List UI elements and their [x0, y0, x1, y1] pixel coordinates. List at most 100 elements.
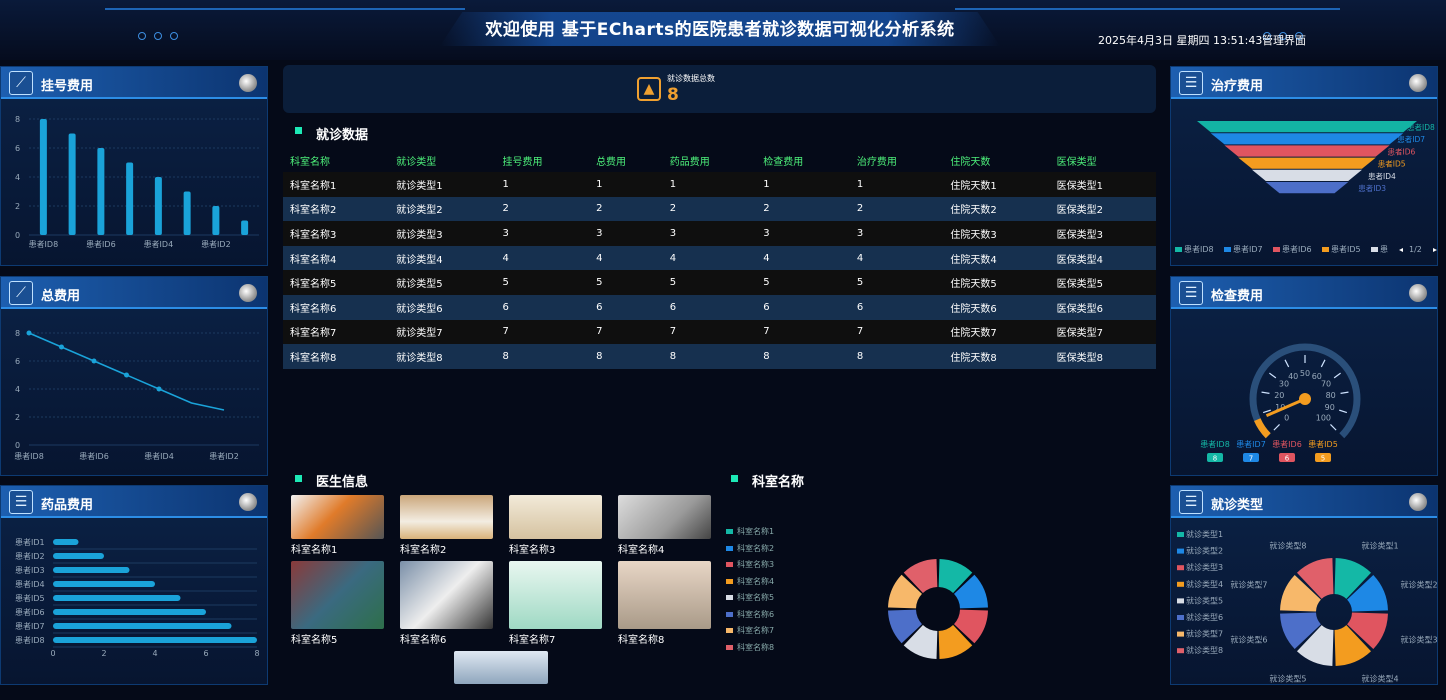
- doctor-card[interactable]: 科室名称6: [400, 561, 493, 646]
- table-row[interactable]: 科室名称5 就诊类型5 5 5 5 5 5 住院天数5 医保类型5: [283, 270, 1156, 295]
- table-cell: 5: [589, 270, 663, 295]
- admin-link[interactable]: 管理界面: [1262, 32, 1306, 48]
- doctor-card[interactable]: 科室名称2: [400, 495, 493, 556]
- panel-title: 总费用: [41, 289, 81, 304]
- visits-table: 科室名称 就诊类型 挂号费用 总费用 药品费用 检查费用 治疗费用 住院天数 医保类型 科室名称…: [283, 148, 1156, 369]
- legend-swatch: [1177, 548, 1184, 554]
- settings-knob-icon[interactable]: [239, 284, 257, 302]
- legend-swatch: [726, 611, 733, 617]
- table-cell: 科室名称6: [283, 294, 390, 320]
- datetime: 2025年4月3日 星期四 13:51:43: [1098, 34, 1263, 47]
- doctor-photo: [400, 495, 493, 539]
- pie-label: 就诊类型1: [1362, 540, 1399, 550]
- legend-item[interactable]: 科室名称5: [726, 592, 774, 603]
- table-cell: 1: [849, 172, 944, 197]
- table-cell: 医保类型4: [1049, 245, 1156, 271]
- settings-knob-icon[interactable]: [1409, 493, 1427, 511]
- bar: [53, 567, 130, 573]
- doctor-card[interactable]: 科室名称5: [291, 561, 384, 646]
- table-cell: 6: [756, 294, 850, 320]
- legend-label: 科室名称8: [737, 642, 775, 652]
- hospital-building-image[interactable]: [454, 651, 548, 684]
- table-row[interactable]: 科室名称4 就诊类型4 4 4 4 4 4 住院天数4 医保类型4: [283, 245, 1156, 271]
- section-bullet: [295, 475, 302, 482]
- summary-value: 8: [667, 85, 679, 105]
- legend-item[interactable]: 科室名称6: [726, 609, 774, 620]
- gauge-tick-label: 40: [1288, 372, 1298, 381]
- y-tick-label: 2: [15, 413, 20, 422]
- table-row[interactable]: 科室名称1 就诊类型1 1 1 1 1 1 住院天数1 医保类型1: [283, 172, 1156, 197]
- legend-item[interactable]: 科室名称8: [726, 642, 774, 653]
- panel-title: 药品费用: [41, 498, 94, 513]
- table-row[interactable]: 科室名称8 就诊类型8 8 8 8 8 8 住院天数8 医保类型8: [283, 344, 1156, 369]
- table-cell: 7: [495, 319, 590, 345]
- legend-item[interactable]: 科室名称4: [726, 576, 774, 587]
- bar: [53, 623, 232, 629]
- settings-knob-icon[interactable]: [1409, 74, 1427, 92]
- table-row[interactable]: 科室名称6 就诊类型6 6 6 6 6 6 住院天数6 医保类型6: [283, 294, 1156, 320]
- list-icon: ☰: [1179, 71, 1203, 95]
- gauge-value: 7: [1249, 455, 1253, 463]
- table-cell: 3: [495, 221, 590, 246]
- legend-swatch: [726, 644, 733, 650]
- gauge-value: 8: [1213, 455, 1217, 463]
- y-tick-label: 4: [15, 385, 20, 394]
- column-header: 住院天数: [950, 156, 991, 168]
- table-cell: 2: [589, 196, 663, 222]
- doctor-card[interactable]: 科室名称1: [291, 495, 384, 556]
- legend-item[interactable]: 科室名称3: [726, 559, 774, 570]
- legend-item[interactable]: 科室名称7: [726, 625, 774, 636]
- legend-label: 患者ID8: [1184, 244, 1214, 254]
- table-cell: 4: [589, 245, 663, 271]
- table-cell: 5: [495, 270, 590, 295]
- table-cell: 6: [589, 294, 663, 320]
- settings-knob-icon[interactable]: [1409, 284, 1427, 302]
- registration-bar-chart: 0 2 4 6 8 患者ID8 患者ID6 患者ID4 患者ID2: [15, 115, 259, 249]
- legend-label: 就诊类型8: [1186, 645, 1223, 655]
- legend-swatch: [1273, 247, 1280, 252]
- doctor-photo: [291, 495, 384, 539]
- doctor-photo: [400, 561, 493, 629]
- table-row[interactable]: 科室名称2 就诊类型2 2 2 2 2 2 住院天数2 医保类型2: [283, 196, 1156, 222]
- funnel-segment: [1265, 182, 1349, 194]
- header-line-left: [105, 8, 465, 10]
- page-title: 欢迎使用 基于ECharts的医院患者就诊数据可视化分析系统: [485, 20, 955, 40]
- table-cell: 8: [849, 344, 944, 369]
- doctor-card[interactable]: 科室名称7: [509, 561, 602, 646]
- legend-label: 患者ID7: [1233, 244, 1263, 254]
- table-cell: 医保类型7: [1049, 319, 1156, 345]
- table-cell: 就诊类型7: [389, 319, 496, 345]
- gauge-tick: [1284, 359, 1290, 368]
- table-cell: 就诊类型3: [389, 221, 496, 246]
- legend-item[interactable]: 科室名称2: [726, 543, 774, 554]
- gauge-value: 6: [1285, 455, 1290, 463]
- gauge-tick: [1262, 409, 1271, 414]
- doctor-card[interactable]: 科室名称4: [618, 495, 711, 556]
- table-cell: 4: [756, 245, 850, 271]
- y-tick-label: 0: [15, 231, 20, 240]
- table-cell: 就诊类型5: [389, 270, 496, 295]
- funnel-segment: [1197, 121, 1417, 133]
- doctor-card[interactable]: 科室名称8: [618, 561, 711, 646]
- y-tick-label: 8: [15, 115, 20, 124]
- doctor-photo: [618, 561, 711, 629]
- x-tick-label: 8: [254, 649, 259, 658]
- table-cell: 4: [849, 245, 944, 271]
- table-cell: 1: [495, 172, 590, 197]
- doctor-card[interactable]: 科室名称3: [509, 495, 602, 556]
- table-row[interactable]: 科室名称3 就诊类型3 3 3 3 3 3 住院天数3 医保类型3: [283, 221, 1156, 246]
- gauge-tick: [1340, 391, 1349, 394]
- legend-item[interactable]: 科室名称1: [726, 526, 774, 537]
- settings-knob-icon[interactable]: [239, 74, 257, 92]
- legend-label: 患: [1380, 244, 1388, 254]
- table-cell: 医保类型8: [1049, 344, 1156, 369]
- settings-knob-icon[interactable]: [239, 493, 257, 511]
- legend-swatch: [1177, 631, 1184, 637]
- table-cell: 住院天数5: [943, 270, 1050, 295]
- table-cell: 住院天数2: [943, 196, 1050, 222]
- doctor-caption: 科室名称2: [400, 545, 447, 556]
- table-row[interactable]: 科室名称7 就诊类型7 7 7 7 7 7 住院天数7 医保类型7: [283, 319, 1156, 345]
- table-cell: 7: [662, 319, 757, 345]
- x-tick-label: 6: [203, 649, 208, 658]
- bar: [68, 133, 76, 235]
